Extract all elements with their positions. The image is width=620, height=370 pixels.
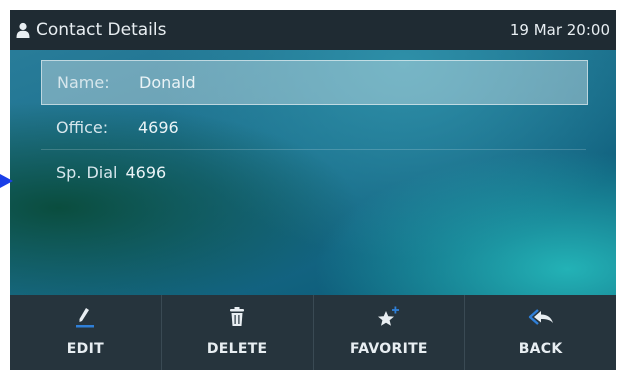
- field-row-office[interactable]: Office: 4696: [41, 105, 586, 150]
- title-bar: Contact Details 19 Mar 20:00: [10, 10, 616, 50]
- pointer-arrow-icon: [0, 174, 13, 188]
- field-row-name[interactable]: Name: Donald: [41, 60, 588, 105]
- back-button[interactable]: BACK: [465, 295, 616, 370]
- field-row-speed-dial[interactable]: Sp. Dial 4696: [41, 150, 586, 194]
- date-time: 19 Mar 20:00: [509, 21, 610, 39]
- field-label-office: Office:: [56, 117, 109, 137]
- user-icon: [16, 22, 30, 38]
- edit-label: EDIT: [66, 341, 104, 357]
- page-title: Contact Details: [36, 20, 167, 40]
- field-label-speed-dial: Sp. Dial: [56, 162, 118, 182]
- back-arrow-icon: [528, 309, 553, 325]
- delete-label: DELETE: [206, 341, 268, 357]
- field-value-speed-dial: 4696: [125, 162, 167, 182]
- favorite-label: FAVORITE: [349, 341, 428, 357]
- trash-icon: [230, 307, 245, 326]
- phone-screen: Contact Details 19 Mar 20:00 Name: Donal…: [10, 10, 616, 370]
- back-label: BACK: [518, 341, 563, 357]
- field-label-name: Name:: [57, 73, 110, 92]
- softkey-bar: EDIT DELETE FAVORITE BACK: [10, 295, 616, 370]
- favorite-button[interactable]: FAVORITE: [314, 295, 466, 370]
- field-value-name: Donald: [139, 73, 196, 92]
- field-value-office: 4696: [138, 117, 179, 137]
- edit-button[interactable]: EDIT: [10, 295, 162, 370]
- edit-pencil-icon: [76, 308, 95, 328]
- delete-button[interactable]: DELETE: [162, 295, 314, 370]
- star-plus-icon: [377, 306, 399, 326]
